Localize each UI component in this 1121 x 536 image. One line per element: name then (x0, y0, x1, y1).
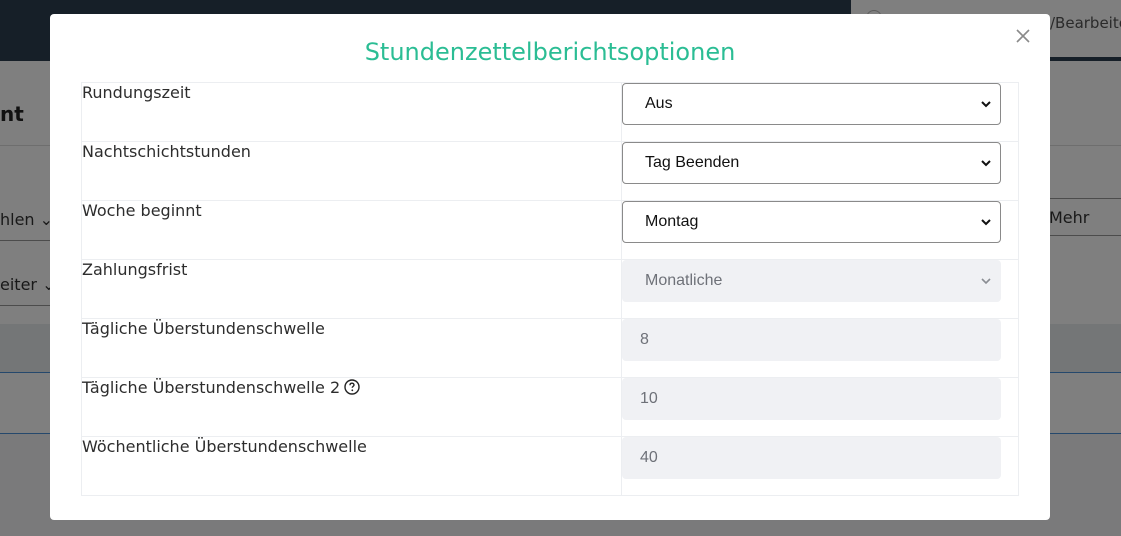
close-button[interactable] (1011, 24, 1035, 48)
option-label: Woche beginnt (81, 200, 622, 260)
rounding-time-value: Aus (645, 95, 673, 112)
chevron-down-icon (981, 278, 991, 285)
option-label: Rundungszeit (81, 82, 622, 142)
option-label: Nachtschichtstunden (81, 141, 622, 201)
daily-overtime-input: 8 (622, 319, 1001, 361)
option-row-week-start: Woche beginnt Montag (81, 200, 1019, 260)
option-row-night-shift: Nachtschichtstunden Tag Beenden (81, 141, 1019, 201)
payment-period-value: Monatliche (645, 272, 723, 289)
report-options-modal: Stundenzettelberichtsoptionen Rundungsze… (50, 14, 1050, 520)
daily-overtime-2-input: 10 (622, 378, 1001, 420)
option-label: Wöchentliche Überstundenschwelle (81, 436, 622, 496)
chevron-down-icon (981, 101, 991, 108)
night-shift-value: Tag Beenden (645, 154, 740, 171)
option-label: Zahlungsfrist (81, 259, 622, 319)
options-table: Rundungszeit Aus Nachtschichtstunden Tag… (81, 82, 1019, 496)
chevron-down-icon (981, 219, 991, 226)
option-row-payment-period: Zahlungsfrist Monatliche (81, 259, 1019, 319)
option-label: Tägliche Überstundenschwelle 2 (82, 378, 341, 397)
option-row-rounding: Rundungszeit Aus (81, 82, 1019, 142)
question-circle-icon[interactable] (344, 379, 360, 395)
night-shift-select[interactable]: Tag Beenden (622, 142, 1001, 184)
close-icon (1016, 29, 1030, 43)
option-label: Tägliche Überstundenschwelle (81, 318, 622, 378)
option-row-weekly-overtime: Wöchentliche Überstundenschwelle 40 (81, 436, 1019, 496)
option-row-daily-overtime-2: Tägliche Überstundenschwelle 2 10 (81, 377, 1019, 437)
weekly-overtime-input: 40 (622, 437, 1001, 479)
payment-period-select: Monatliche (622, 260, 1001, 302)
rounding-time-select[interactable]: Aus (622, 83, 1001, 125)
chevron-down-icon (981, 160, 991, 167)
option-row-daily-overtime: Tägliche Überstundenschwelle 8 (81, 318, 1019, 378)
week-start-select[interactable]: Montag (622, 201, 1001, 243)
modal-title: Stundenzettelberichtsoptionen (364, 38, 736, 66)
week-start-value: Montag (645, 213, 699, 230)
